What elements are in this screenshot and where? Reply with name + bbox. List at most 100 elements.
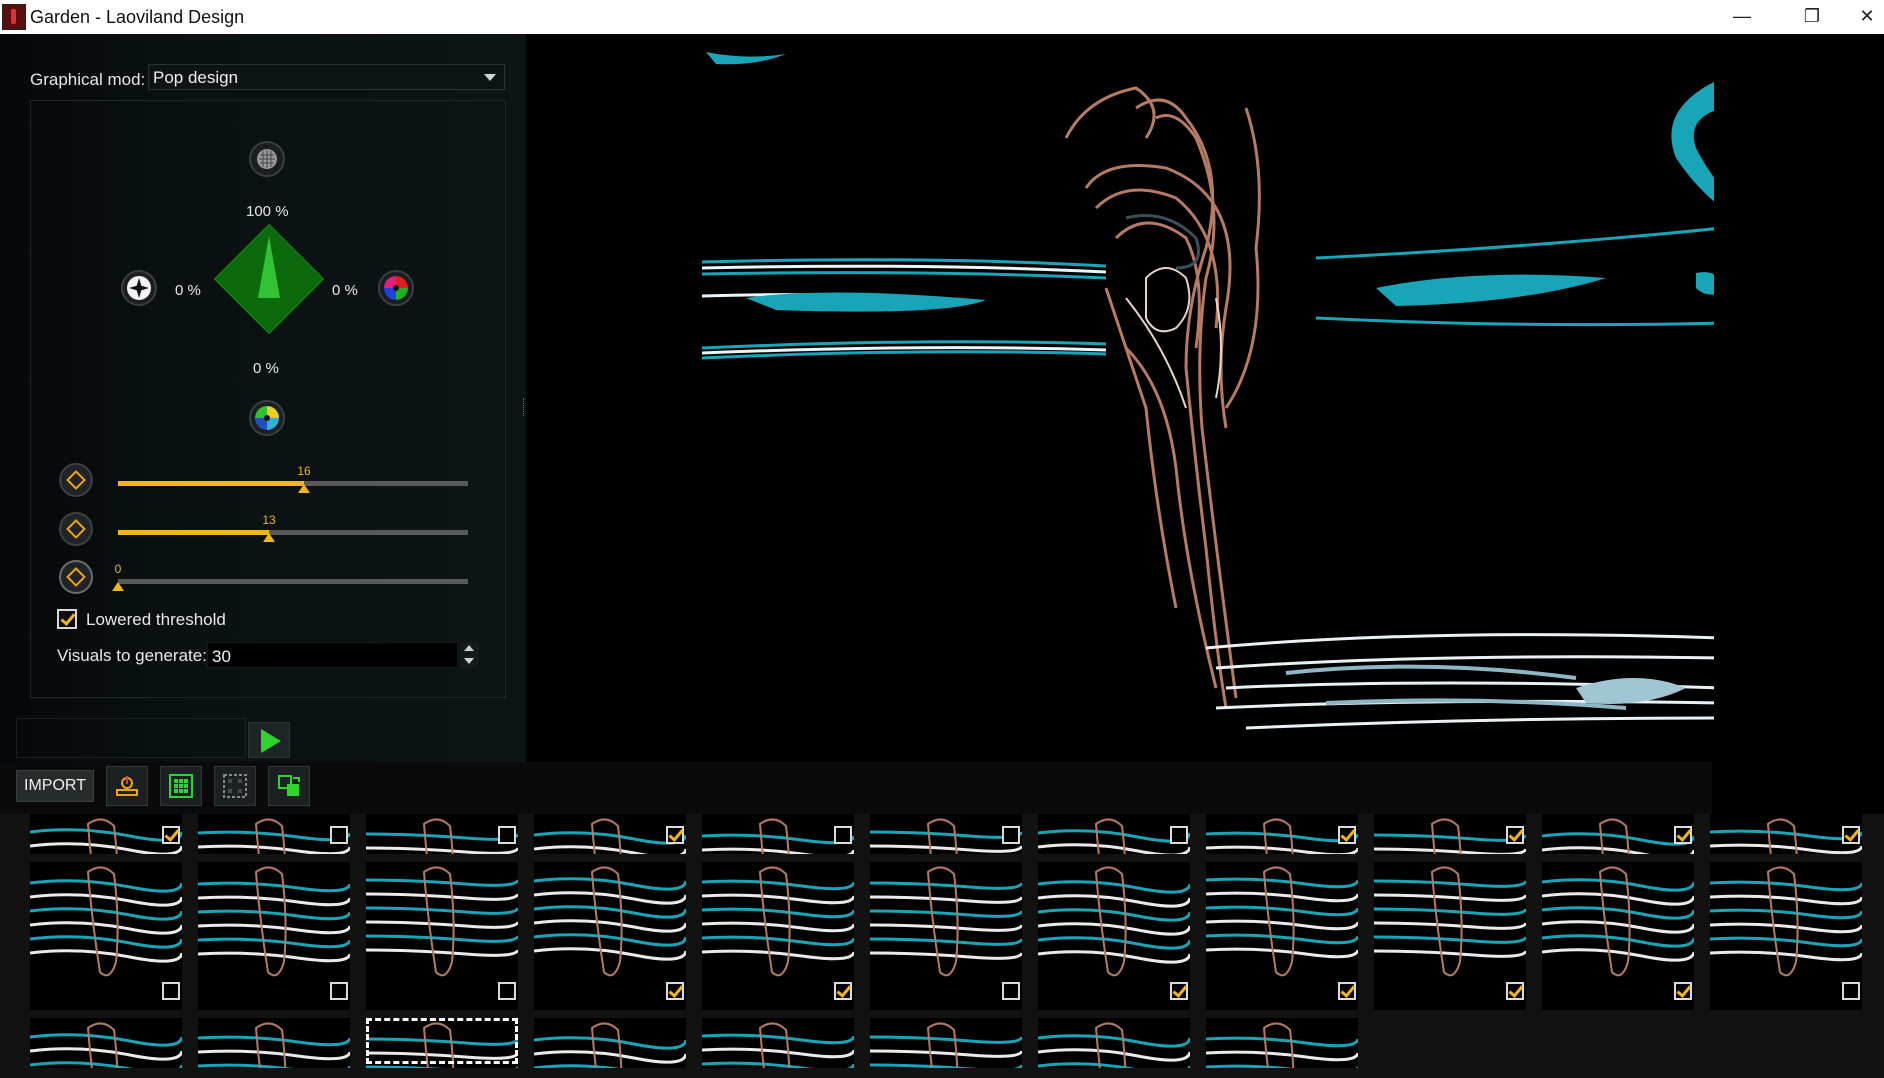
gallery-thumbnail[interactable] <box>1710 862 1862 1010</box>
slider-3-track[interactable]: 0 <box>112 562 468 591</box>
thumbnail-checkbox[interactable] <box>162 826 180 844</box>
slider-2-value: 13 <box>262 513 276 527</box>
gallery-thumbnail[interactable] <box>702 862 854 1010</box>
gallery-thumbnail[interactable] <box>534 814 686 854</box>
mix-pointer-icon <box>258 236 280 298</box>
slider-1-thumb[interactable] <box>298 484 310 493</box>
gallery-thumbnail[interactable] <box>1542 862 1694 1010</box>
rgb-color-wheel-icon[interactable] <box>378 270 414 306</box>
thumbnail-checkbox[interactable] <box>1170 826 1188 844</box>
gallery-thumbnail[interactable] <box>1206 814 1358 854</box>
title-bar: Garden - Laoviland Design — ❐ ✕ <box>0 0 1884 34</box>
lowered-threshold-label: Lowered threshold <box>86 610 226 629</box>
slider-2-thumb[interactable] <box>263 533 275 542</box>
preview-image <box>526 48 1714 760</box>
thumbnail-checkbox[interactable] <box>1170 982 1188 1000</box>
cmy-color-wheel-icon[interactable] <box>249 400 285 436</box>
thumbnail-checkbox[interactable] <box>666 982 684 1000</box>
graphical-mod-label: Graphical mod: <box>30 70 146 89</box>
thumbnail-checkbox[interactable] <box>1674 826 1692 844</box>
thumbnail-checkbox[interactable] <box>666 826 684 844</box>
thumbnail-checkbox[interactable] <box>1338 982 1356 1000</box>
thumbnail-checkbox[interactable] <box>834 982 852 1000</box>
thumbnail-checkbox[interactable] <box>498 982 516 1000</box>
contrast-icon <box>59 560 93 594</box>
gallery-thumbnail[interactable] <box>1374 814 1526 854</box>
thumbnail-checkbox[interactable] <box>1002 826 1020 844</box>
texture-circle-icon[interactable] <box>249 141 285 177</box>
gallery-thumbnail[interactable] <box>534 1018 686 1068</box>
select-all-button[interactable] <box>160 766 202 806</box>
export-button[interactable] <box>106 766 148 806</box>
spin-up-icon[interactable] <box>464 645 474 651</box>
swap-icon <box>277 774 301 798</box>
close-button[interactable]: ✕ <box>1850 0 1884 34</box>
gallery-thumbnail[interactable] <box>1038 1018 1190 1068</box>
gallery-thumbnail[interactable] <box>198 862 350 1010</box>
mix-group <box>30 100 506 698</box>
import-button[interactable]: IMPORT <box>16 770 94 802</box>
graphical-mod-select[interactable]: Pop design <box>148 64 505 90</box>
fire-layers-icon <box>59 512 93 546</box>
gallery-thumbnail[interactable] <box>702 1018 854 1068</box>
thumbnail-checkbox[interactable] <box>498 826 516 844</box>
slider-3-thumb[interactable] <box>112 582 124 591</box>
thumbnail-checkbox[interactable] <box>330 982 348 1000</box>
visuals-spinner[interactable] <box>460 642 478 668</box>
generate-play-button[interactable] <box>248 722 290 758</box>
thumbnail-checkbox[interactable] <box>1002 982 1020 1000</box>
export-icon <box>115 774 139 798</box>
gallery-thumbnail[interactable] <box>198 814 350 854</box>
lowered-threshold-checkbox[interactable] <box>57 609 77 629</box>
progress-bar <box>16 718 246 758</box>
gallery-thumbnail[interactable] <box>1038 862 1190 1010</box>
gallery-thumbnail[interactable] <box>534 862 686 1010</box>
gallery-thumbnail[interactable] <box>30 814 182 854</box>
gallery-thumbnail[interactable] <box>702 814 854 854</box>
gallery-thumbnail[interactable] <box>870 1018 1022 1068</box>
left-percent: 0 % <box>175 282 201 299</box>
slider-1-track[interactable]: 16 <box>118 464 468 493</box>
minimize-button[interactable]: — <box>1712 0 1772 34</box>
thumbnail-checkbox[interactable] <box>1506 982 1524 1000</box>
gallery-thumbnail[interactable] <box>1542 814 1694 854</box>
thumbnail-checkbox[interactable] <box>1506 826 1524 844</box>
thumbnail-checkbox[interactable] <box>162 982 180 1000</box>
gallery-thumbnail[interactable] <box>1206 862 1358 1010</box>
chevron-down-icon <box>484 74 496 81</box>
gallery-thumbnail[interactable] <box>366 814 518 854</box>
thumbnail-checkbox[interactable] <box>834 826 852 844</box>
select-none-button[interactable] <box>214 766 256 806</box>
gallery-thumbnail[interactable] <box>870 814 1022 854</box>
spin-down-icon[interactable] <box>464 658 474 664</box>
thumbnail-checkbox[interactable] <box>1674 982 1692 1000</box>
thumbnail-checkbox[interactable] <box>1338 826 1356 844</box>
graphical-mod-value: Pop design <box>153 68 239 87</box>
thumbnail-checkbox[interactable] <box>1842 826 1860 844</box>
visuals-to-generate-input[interactable]: 30 <box>207 642 458 668</box>
gallery-toolbar <box>0 762 1712 814</box>
gallery-thumbnail[interactable] <box>870 862 1022 1010</box>
thumbnail-checkbox[interactable] <box>1842 982 1860 1000</box>
layers-icon <box>59 463 93 497</box>
select-none-icon <box>223 774 247 798</box>
app-icon <box>2 4 26 30</box>
slider-2-track[interactable]: 13 <box>118 513 468 542</box>
right-percent: 0 % <box>332 282 358 299</box>
bottom-percent: 0 % <box>253 360 279 377</box>
gallery-thumbnail[interactable] <box>366 862 518 1010</box>
restore-button[interactable]: ❐ <box>1782 0 1842 34</box>
gallery-thumbnail[interactable] <box>1374 862 1526 1010</box>
gallery-thumbnail[interactable] <box>1206 1018 1358 1068</box>
gallery-thumbnail[interactable] <box>1038 814 1190 854</box>
gallery-thumbnail[interactable] <box>1710 814 1862 854</box>
swap-button[interactable] <box>268 766 310 806</box>
black-white-compass-icon[interactable] <box>121 270 157 306</box>
slider-3-value: 0 <box>114 562 122 576</box>
window-title: Garden - Laoviland Design <box>30 7 245 27</box>
gallery <box>0 814 1884 1078</box>
gallery-thumbnail[interactable] <box>198 1018 350 1068</box>
gallery-thumbnail[interactable] <box>30 1018 182 1068</box>
thumbnail-checkbox[interactable] <box>330 826 348 844</box>
gallery-thumbnail[interactable] <box>30 862 182 1010</box>
